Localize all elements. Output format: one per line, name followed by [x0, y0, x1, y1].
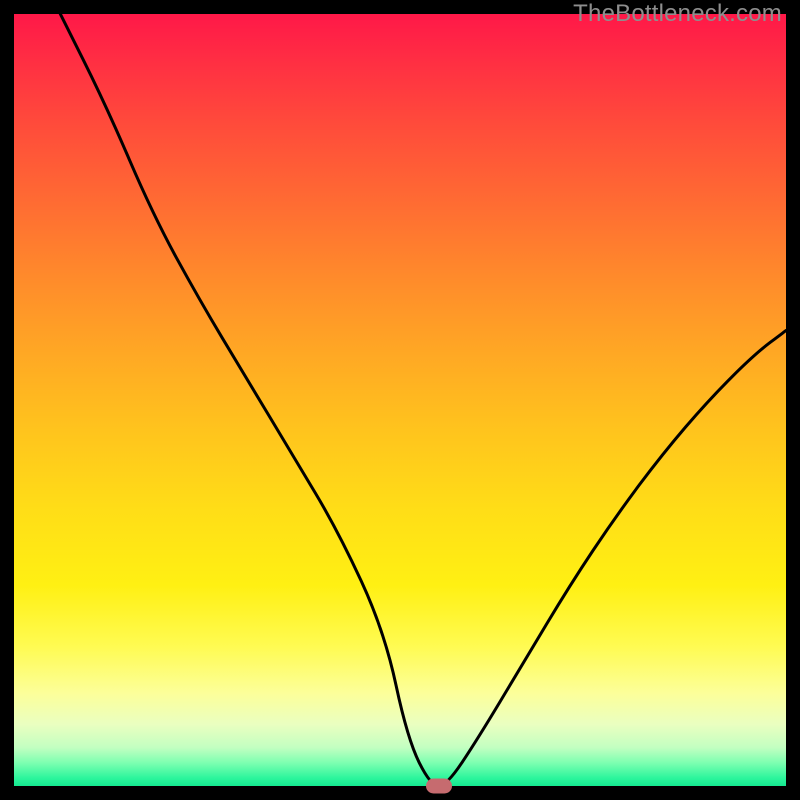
- bottleneck-curve: [14, 14, 786, 786]
- plot-area: [14, 14, 786, 786]
- chart-container: TheBottleneck.com: [0, 0, 800, 800]
- optimal-point-marker: [426, 779, 452, 794]
- watermark-text: TheBottleneck.com: [573, 0, 782, 28]
